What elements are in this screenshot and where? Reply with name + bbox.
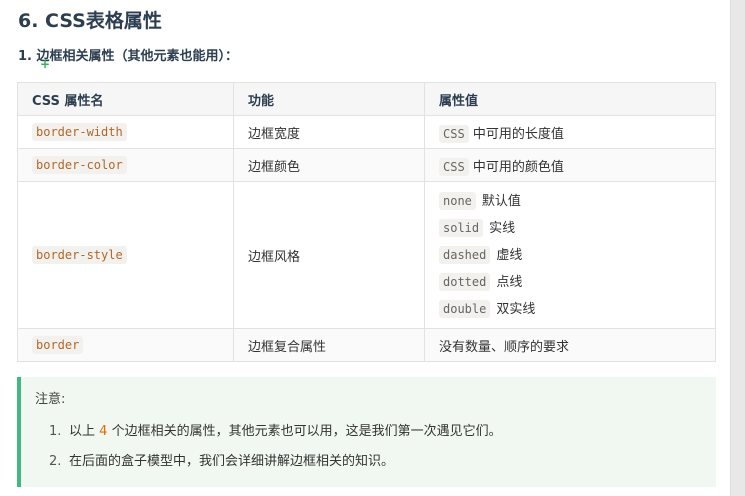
value-code: CSS <box>439 157 469 176</box>
value-cell: none 默认值 solid 实线 dashed 虚线 dotted 点线 double… <box>424 181 716 329</box>
value-line: none 默认值 <box>439 188 701 215</box>
property-name-cell: border-color <box>17 148 234 182</box>
function-cell: 边框风格 <box>233 181 425 329</box>
function-cell: 边框复合属性 <box>233 328 425 362</box>
table-row: border-color 边框颜色 CSS 中可用的颜色值 <box>17 148 716 182</box>
header-property-name: CSS 属性名 <box>17 82 234 116</box>
header-property-value: 属性值 <box>424 82 716 116</box>
cursor-plus-icon: + <box>40 57 51 71</box>
section-heading: 6. CSS表格属性 <box>18 10 162 32</box>
table-row: border 边框复合属性 没有数量、顺序的要求 <box>17 328 716 362</box>
table-row: border-style 边框风格 none 默认值 solid 实线 dashed… <box>17 181 716 329</box>
note-text: 在后面的盒子模型中，我们会详细讲解边框相关的知识。 <box>69 454 395 469</box>
note-text-pre: 以上 <box>69 424 96 439</box>
value-desc: 实线 <box>489 220 516 236</box>
value-text: 中可用的颜色值 <box>472 159 564 175</box>
property-name-cell: border-width <box>17 115 234 149</box>
document-page: 6. CSS表格属性 1. 边框相关属性（其他元素也能用）： + CSS 属性名… <box>0 0 731 496</box>
property-code: border-width <box>32 122 127 141</box>
value-cell: CSS 中可用的颜色值 <box>424 148 716 182</box>
value-code: CSS <box>439 124 469 143</box>
value-code: dotted <box>439 272 491 291</box>
value-line: dotted 点线 <box>439 269 701 296</box>
function-cell: 边框宽度 <box>233 115 425 149</box>
value-code: double <box>439 299 491 318</box>
property-code: border-color <box>32 155 127 174</box>
value-text: 中可用的长度值 <box>472 126 564 142</box>
value-desc: 双实线 <box>496 301 536 317</box>
value-line: solid 实线 <box>439 215 701 242</box>
value-cell: CSS 中可用的长度值 <box>424 115 716 149</box>
note-callout: 注意: 1. 以上 4 个边框相关的属性，其他元素也可以用，这是我们第一次遇见它们… <box>17 377 716 487</box>
list-number: 1. <box>49 424 62 439</box>
subsection-heading: 1. 边框相关属性（其他元素也能用）： <box>18 49 239 64</box>
list-item: 1. 以上 4 个边框相关的属性，其他元素也可以用，这是我们第一次遇见它们。 <box>35 421 502 451</box>
table-row: border-width 边框宽度 CSS 中可用的长度值 <box>17 115 716 149</box>
value-cell: 没有数量、顺序的要求 <box>424 328 716 362</box>
value-line: double 双实线 <box>439 296 701 323</box>
note-text-post: 个边框相关的属性，其他元素也可以用，这是我们第一次遇见它们。 <box>111 424 502 439</box>
property-code: border <box>32 335 84 354</box>
function-cell: 边框颜色 <box>233 148 425 182</box>
value-line: dashed 虚线 <box>439 242 701 269</box>
list-item: 2. 在后面的盒子模型中，我们会详细讲解边框相关的知识。 <box>35 451 502 481</box>
note-highlight: 4 <box>99 424 108 439</box>
note-title: 注意: <box>35 392 66 407</box>
value-desc: 虚线 <box>496 247 523 263</box>
value-code: solid <box>439 218 484 237</box>
value-desc: 默认值 <box>481 193 521 209</box>
header-function: 功能 <box>233 82 425 116</box>
list-number: 2. <box>49 454 62 469</box>
value-code: dashed <box>439 245 491 264</box>
value-code: none <box>439 191 476 210</box>
property-name-cell: border <box>17 328 234 362</box>
note-list: 1. 以上 4 个边框相关的属性，其他元素也可以用，这是我们第一次遇见它们。 2.… <box>35 421 502 481</box>
table-header-row: CSS 属性名 功能 属性值 <box>17 82 716 116</box>
property-code: border-style <box>32 245 127 264</box>
border-properties-table: CSS 属性名 功能 属性值 border-width 边框宽度 CSS 中可用… <box>17 82 716 362</box>
property-name-cell: border-style <box>17 181 234 329</box>
value-desc: 点线 <box>496 274 523 290</box>
